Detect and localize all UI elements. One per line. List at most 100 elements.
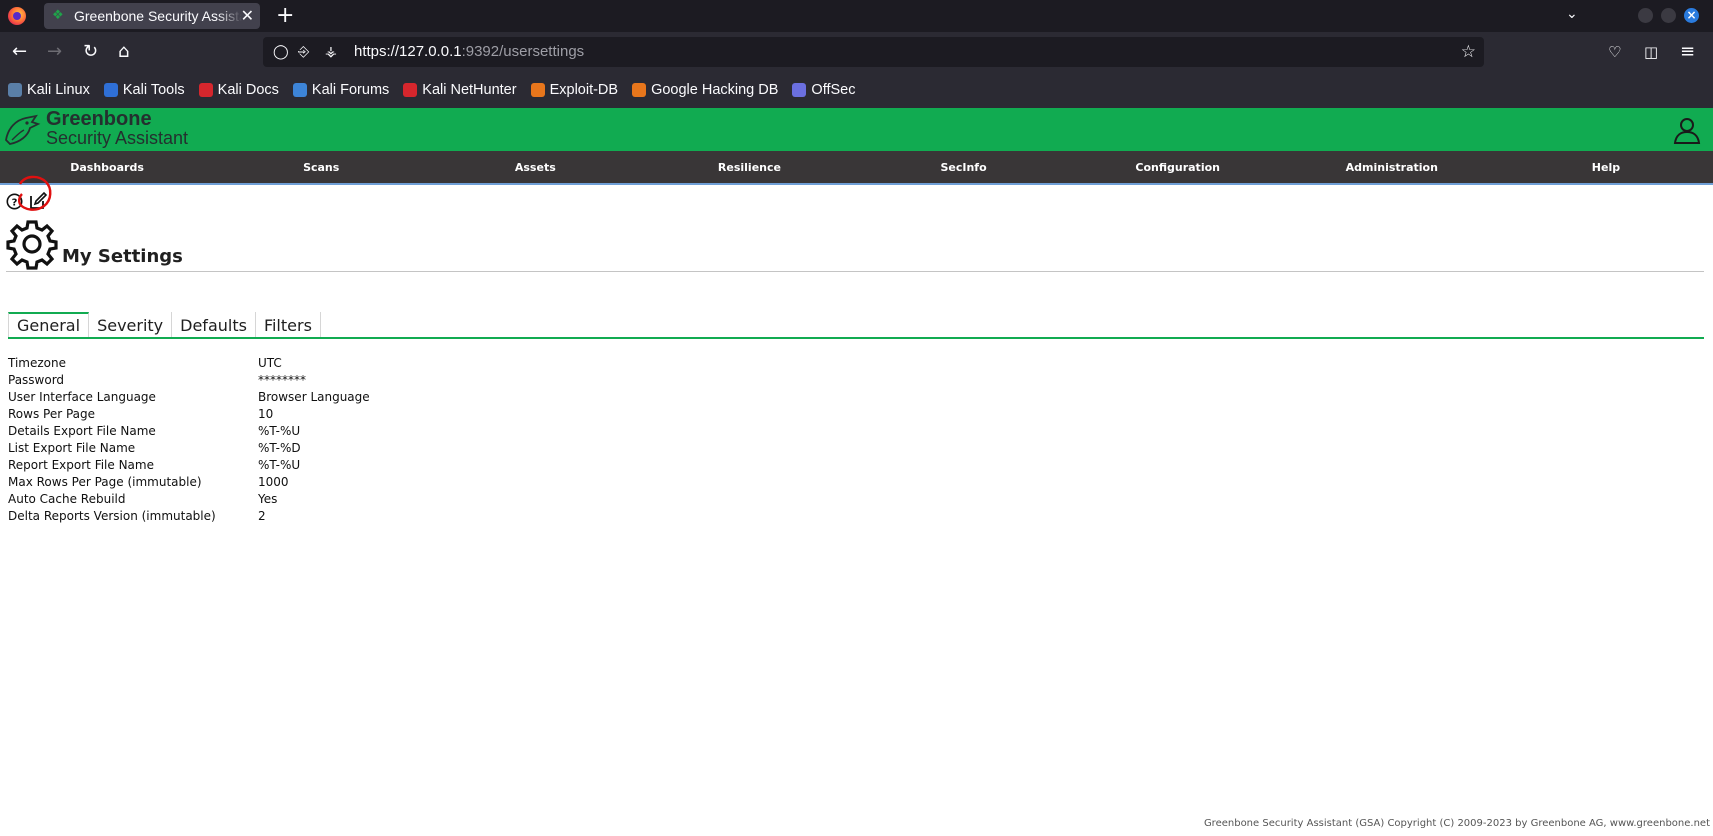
setting-row: Auto Cache Rebuild Yes — [8, 491, 370, 508]
setting-value: %T-%U — [258, 458, 301, 472]
bookmark-label: Kali Forums — [311, 82, 390, 98]
menu-help[interactable]: Help — [1499, 151, 1713, 183]
setting-label: Report Export File Name — [8, 458, 154, 472]
back-arrow-icon[interactable]: ← — [12, 40, 27, 64]
setting-label: Max Rows Per Page (immutable) — [8, 475, 202, 489]
setting-row: Password ******** — [8, 372, 370, 389]
svg-text:?: ? — [12, 198, 18, 209]
tab-filters[interactable]: Filters — [256, 312, 321, 337]
bookmark-favicon-icon — [792, 83, 807, 97]
bookmark-favicon-icon — [8, 83, 22, 97]
new-tab-plus-icon[interactable]: + — [276, 3, 294, 29]
bookmark-kali-tools[interactable]: Kali Tools — [103, 82, 185, 98]
setting-value: %T-%D — [258, 441, 301, 455]
browser-tab-title: Greenbone Security Assistant — [74, 8, 242, 24]
menu-configuration[interactable]: Configuration — [1071, 151, 1285, 183]
bookmark-offsec[interactable]: OffSec — [792, 82, 855, 98]
setting-label: Details Export File Name — [8, 424, 156, 438]
brand-name: Greenbone — [46, 108, 152, 130]
footer-copyright: Greenbone Security Assistant (GSA) Copyr… — [1203, 818, 1710, 829]
bookmark-kali-forums[interactable]: Kali Forums — [292, 82, 390, 98]
shield-icon[interactable]: ◯ — [273, 43, 289, 61]
menu-administration[interactable]: Administration — [1285, 151, 1499, 183]
bookmark-label: Exploit-DB — [549, 82, 619, 98]
setting-row: User Interface Language Browser Language — [8, 389, 370, 406]
setting-row: Delta Reports Version (immutable) 2 — [8, 508, 370, 525]
bookmark-favicon-icon — [632, 83, 647, 97]
setting-row: Timezone UTC — [8, 355, 370, 372]
window-maximize-button[interactable] — [1661, 8, 1676, 23]
browser-tab-active[interactable]: ❖ Greenbone Security Assistant ✕ — [44, 3, 260, 29]
url-text[interactable]: https://127.0.0.1:9392/usersettings — [354, 43, 584, 61]
bookmark-favicon-icon — [403, 83, 418, 97]
setting-row: Report Export File Name %T-%U — [8, 457, 370, 474]
bookmarks-toolbar: Kali Linux Kali Tools Kali Docs Kali Forums… — [0, 72, 1713, 108]
menu-dashboards[interactable]: Dashboards — [0, 151, 214, 183]
setting-label: Timezone — [8, 356, 66, 370]
tab-severity[interactable]: Severity — [89, 312, 173, 337]
bookmark-label: OffSec — [811, 82, 856, 98]
window-close-button[interactable]: × — [1684, 8, 1699, 23]
bookmark-google-hacking-db[interactable]: Google Hacking DB — [632, 82, 778, 98]
window-minimize-button[interactable] — [1638, 8, 1653, 23]
bookmark-exploit-db[interactable]: Exploit-DB — [530, 82, 619, 98]
edit-icon[interactable] — [28, 191, 48, 211]
bookmark-label: Google Hacking DB — [651, 82, 779, 98]
pocket-icon[interactable]: ♡ — [1608, 40, 1621, 64]
gsa-header: Greenbone Security Assistant — [0, 108, 1713, 151]
home-icon[interactable]: ⌂ — [118, 40, 129, 64]
menu-scans[interactable]: Scans — [214, 151, 428, 183]
bookmark-kali-nethunter[interactable]: Kali NetHunter — [403, 82, 517, 98]
bookmark-favicon-icon — [198, 83, 213, 97]
reload-icon[interactable]: ↻ — [83, 40, 98, 64]
bookmark-star-icon[interactable]: ☆ — [1461, 42, 1476, 62]
browser-nav-bar: ← → ↻ ⌂ ◯ ⎆ ⚶ https://127.0.0.1:9392/use… — [0, 32, 1713, 72]
help-icon[interactable]: ? — [6, 193, 23, 210]
bookmark-favicon-icon — [292, 83, 307, 97]
setting-value: 1000 — [258, 475, 289, 489]
tab-defaults[interactable]: Defaults — [172, 312, 256, 337]
setting-value: UTC — [258, 356, 282, 370]
bookmark-label: Kali NetHunter — [422, 82, 517, 98]
setting-label: Password — [8, 373, 65, 387]
list-all-tabs-chevron-icon[interactable]: ⌄ — [1566, 6, 1578, 22]
greenbone-favicon-icon: ❖ — [52, 8, 64, 23]
bookmark-label: Kali Tools — [122, 82, 185, 98]
lock-icon[interactable]: ⎆ — [298, 43, 309, 61]
hamburger-menu-icon[interactable]: ≡ — [1680, 40, 1695, 64]
url-bar[interactable]: ◯ ⎆ ⚶ https://127.0.0.1:9392/usersetting… — [263, 37, 1484, 67]
setting-value: 10 — [258, 407, 274, 421]
main-menu-bar: Dashboards Scans Assets Resilience SecInfo Co… — [0, 151, 1713, 185]
close-tab-icon[interactable]: ✕ — [241, 6, 254, 26]
setting-value: Browser Language — [258, 390, 370, 404]
general-settings-table: Timezone UTC Password ******** User Interfac… — [8, 355, 370, 525]
browser-tab-bar: ❖ Greenbone Security Assistant ✕ + ⌄ × — [0, 0, 1713, 32]
bookmark-kali-docs[interactable]: Kali Docs — [198, 82, 279, 98]
setting-label: Rows Per Page — [8, 407, 96, 421]
menu-assets[interactable]: Assets — [428, 151, 642, 183]
setting-row: Details Export File Name %T-%U — [8, 423, 370, 440]
forward-arrow-icon[interactable]: → — [47, 40, 62, 64]
menu-secinfo[interactable]: SecInfo — [857, 151, 1071, 183]
key-icon[interactable]: ⚶ — [325, 43, 337, 61]
extensions-icon[interactable]: ◫ — [1644, 40, 1658, 64]
url-host: https://127.0.0.1 — [354, 43, 462, 60]
bookmark-favicon-icon — [103, 83, 118, 97]
setting-row: Max Rows Per Page (immutable) 1000 — [8, 474, 370, 491]
user-menu-icon[interactable] — [1673, 116, 1701, 144]
bookmark-kali-linux[interactable]: Kali Linux — [8, 82, 90, 98]
greenbone-logo-icon[interactable] — [2, 110, 42, 150]
bookmark-label: Kali Linux — [27, 82, 90, 98]
setting-value: 2 — [258, 509, 266, 523]
setting-value: %T-%U — [258, 424, 301, 438]
settings-gear-icon — [6, 220, 58, 270]
setting-value: Yes — [258, 492, 278, 506]
menu-resilience[interactable]: Resilience — [642, 151, 856, 183]
setting-row: List Export File Name %T-%D — [8, 440, 370, 457]
firefox-logo-icon[interactable] — [8, 7, 26, 25]
url-path: :9392/usersettings — [461, 43, 585, 60]
setting-row: Rows Per Page 10 — [8, 406, 370, 423]
tab-general[interactable]: General — [8, 312, 90, 337]
setting-label: User Interface Language — [8, 390, 156, 404]
gsa-brand[interactable]: Greenbone Security Assistant — [46, 108, 188, 147]
